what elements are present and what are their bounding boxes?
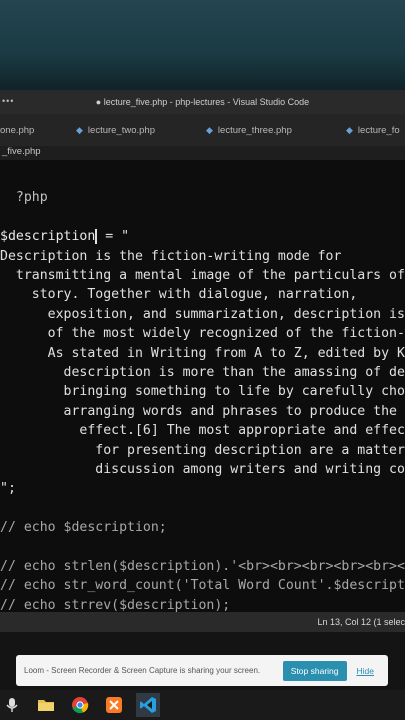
editor-tabs: one.php ◆ lecture_two.php ◆ lecture_thre… [0,114,405,147]
share-message: Loom - Screen Recorder & Screen Capture … [24,666,261,675]
assign-operator: = " [97,229,130,244]
microphone-icon[interactable] [0,693,24,717]
hide-link[interactable]: Hide [357,666,374,676]
php-file-icon: ◆ [346,124,353,135]
cursor-position[interactable]: Ln 13, Col 12 (1 selec [317,617,405,627]
code-line-string: As stated in Writing from A to Z, edited… [0,346,405,361]
code-line-string: effect.[6] The most appropriate and effe… [0,423,405,438]
tab-one[interactable]: one.php [0,114,70,146]
taskbar [0,690,405,720]
window-titlebar: ••• ● lecture_five.php - php-lectures - … [0,90,405,114]
code-line-comment: // echo strrev($description); [0,598,231,612]
code-editor[interactable]: ?php $description = " Description is the… [0,160,405,612]
code-line-string-close: "; [0,481,16,496]
code-line-php-open: ?php [0,190,48,205]
code-line-string: Description is the fiction-writing mode … [0,249,342,264]
stop-sharing-button[interactable]: Stop sharing [282,660,347,681]
tab-lecture-four[interactable]: ◆ lecture_fo [340,114,405,146]
tab-lecture-two[interactable]: ◆ lecture_two.php [70,114,200,146]
variable-name: $description [0,229,96,244]
code-line-comment: // echo $description; [0,520,167,535]
tab-lecture-three[interactable]: ◆ lecture_three.php [200,114,340,146]
screen-share-notification: Loom - Screen Recorder & Screen Capture … [16,655,388,686]
code-line-string: discussion among writers and writing coa… [95,462,405,477]
xampp-icon[interactable] [102,693,126,717]
vscode-icon[interactable] [136,693,160,717]
desktop-wallpaper [0,0,405,90]
chrome-icon[interactable] [68,693,92,717]
code-line-string: arranging words and phrases to produce t… [0,404,405,419]
code-line-comment: // echo strlen($description).'<br><br><b… [0,559,405,574]
code-line-string: transmitting a mental image of the parti… [0,268,405,283]
code-line-string: description is more than the amassing of… [0,365,405,380]
php-file-icon: ◆ [206,124,213,135]
code-line-string: bringing something to life by carefully … [0,384,405,399]
code-line-string: of the most widely recognized of the fic… [0,326,405,341]
menu-dots-icon[interactable]: ••• [2,96,14,106]
status-bar: Ln 13, Col 12 (1 selec [0,612,405,632]
code-line-string: for presenting description are a matter … [95,443,405,458]
code-line-string: exposition, and summarization, descripti… [0,307,405,322]
window-title: ● lecture_five.php - php-lectures - Visu… [95,97,310,107]
code-line-string: story. Together with dialogue, narration… [0,287,358,302]
code-line-assign: $description = " [0,227,129,246]
code-line-comment: // echo str_word_count('Total Word Count… [0,578,405,593]
php-file-icon: ◆ [76,124,83,135]
file-explorer-icon[interactable] [34,693,58,717]
